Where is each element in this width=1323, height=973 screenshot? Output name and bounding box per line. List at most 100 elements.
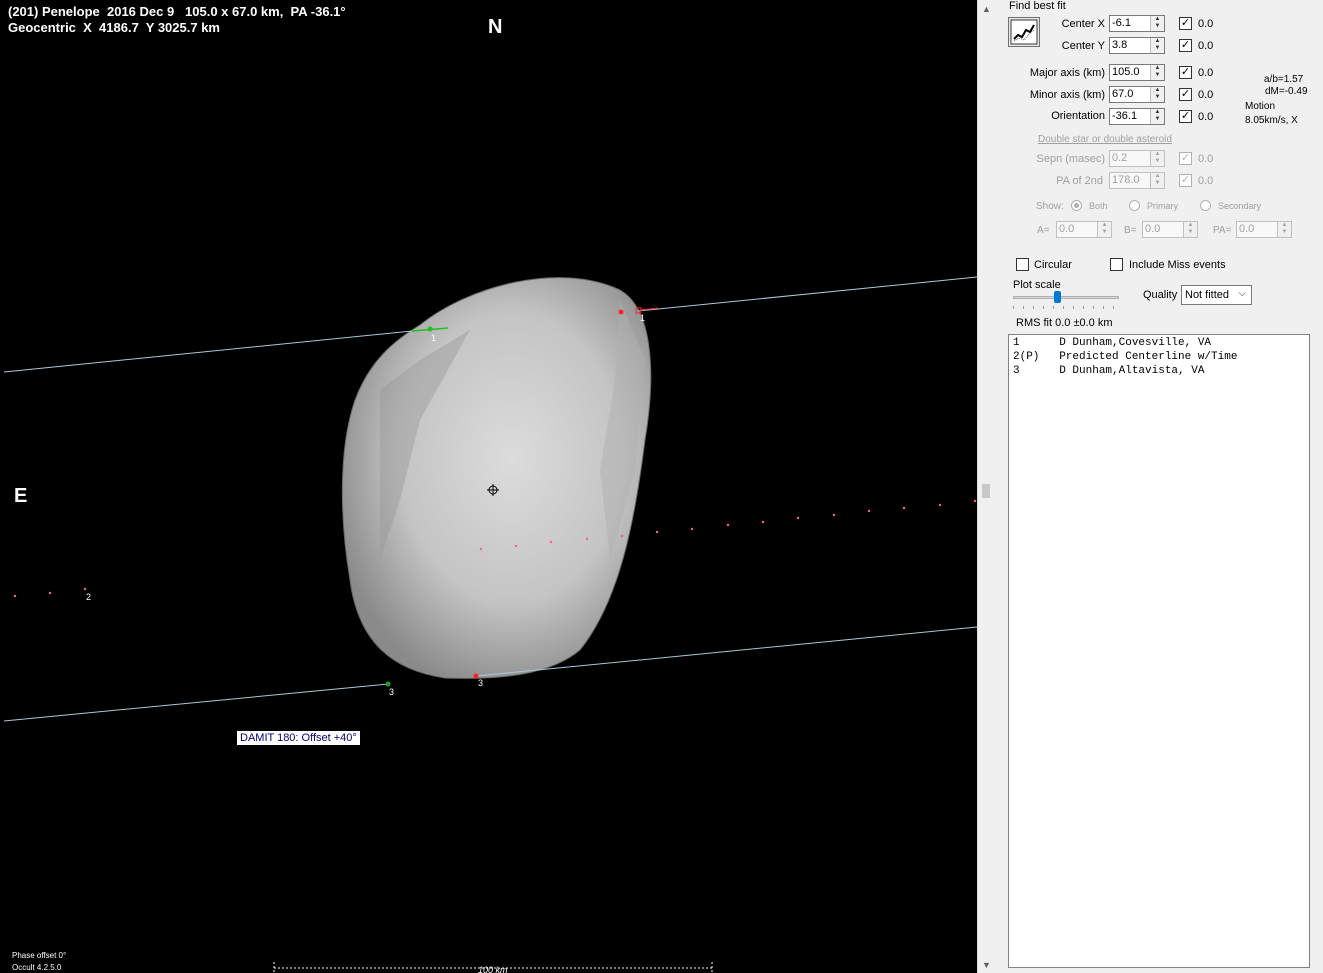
plot-header-geocentric: Geocentric X 4186.7 Y 3025.7 km xyxy=(8,20,220,35)
sepn-checkbox[interactable]: ✓ xyxy=(1179,152,1192,165)
pa-label: PA= xyxy=(1213,225,1232,236)
a-label: A= xyxy=(1037,225,1050,236)
scale-bar-label: 100 km xyxy=(478,965,508,973)
list-item[interactable]: 1 D Dunham,Covesville, VA xyxy=(1013,337,1211,349)
pa2nd-checkbox[interactable]: ✓ xyxy=(1179,174,1192,187)
spin-up-icon[interactable]: ▲ xyxy=(1184,222,1197,229)
list-item[interactable]: 2(P) Predicted Centerline w/Time xyxy=(1013,351,1237,363)
show-label: Show: xyxy=(1036,201,1064,212)
spin-down-icon[interactable]: ▼ xyxy=(1151,158,1164,165)
a-input[interactable]: 0.0 ▲ ▼ xyxy=(1056,221,1112,238)
plot-scale-slider[interactable] xyxy=(1013,291,1119,312)
show-primary-radio[interactable] xyxy=(1129,200,1140,211)
minor-axis-input[interactable]: 67.0 ▲ ▼ xyxy=(1109,86,1165,103)
spin-up-icon[interactable]: ▲ xyxy=(1151,16,1164,23)
vertical-scrollbar[interactable]: ▲ ▼ xyxy=(977,0,995,973)
slider-ticks xyxy=(1013,306,1119,309)
spin-up-icon[interactable]: ▲ xyxy=(1098,222,1111,229)
center-x-label: Center X xyxy=(1061,18,1105,30)
quality-label: Quality xyxy=(1143,289,1178,301)
rms-fit-label: RMS fit 0.0 ±0.0 km xyxy=(1016,317,1113,329)
motion-value: 8.05km/s, X xyxy=(1245,115,1298,126)
chord-label-1: 1 xyxy=(431,333,436,343)
damit-shape-label: DAMIT 180: Offset +40° xyxy=(236,730,361,746)
chord-label-2: 2 xyxy=(481,553,486,563)
spin-down-icon[interactable]: ▼ xyxy=(1151,72,1164,79)
fit-control-panel: Find best fit Center X -6.1 ▲ ▼ ✓ 0.0 Cen… xyxy=(995,0,1323,973)
double-star-link[interactable]: Double star or double asteroid xyxy=(1038,134,1172,145)
chord-line-1-right xyxy=(637,276,977,312)
spin-down-icon[interactable]: ▼ xyxy=(1098,229,1111,236)
sepn-label: Sepn (masec) xyxy=(1036,153,1105,165)
chord-label-3: 3 xyxy=(478,678,483,688)
spin-up-icon[interactable]: ▲ xyxy=(1278,222,1291,229)
spin-up-icon[interactable]: ▲ xyxy=(1151,87,1164,94)
show-secondary-label: Secondary xyxy=(1218,201,1262,211)
chevron-down-icon: ⌵ xyxy=(1238,288,1246,299)
version-label: Occult 4.2.5.0 xyxy=(12,963,62,972)
east-label: E xyxy=(14,485,28,507)
a-value: 0.0 xyxy=(1059,223,1075,235)
pa-input[interactable]: 0.0 ▲ ▼ xyxy=(1236,221,1292,238)
pa2nd-input[interactable]: 178.0 ▲ ▼ xyxy=(1109,172,1165,189)
scrollbar-thumb[interactable] xyxy=(982,484,990,498)
spin-up-icon[interactable]: ▲ xyxy=(1151,38,1164,45)
b-input[interactable]: 0.0 ▲ ▼ xyxy=(1142,221,1198,238)
major-axis-check-value: 0.0 xyxy=(1198,67,1214,79)
spin-down-icon[interactable]: ▼ xyxy=(1184,229,1197,236)
find-best-fit-button[interactable] xyxy=(1008,17,1040,47)
scroll-down-icon[interactable]: ▼ xyxy=(982,960,991,970)
center-x-input[interactable]: -6.1 ▲ ▼ xyxy=(1109,15,1165,32)
spin-up-icon[interactable]: ▲ xyxy=(1151,173,1164,180)
minor-axis-checkbox[interactable]: ✓ xyxy=(1179,88,1192,101)
chord-1-reappear-dot xyxy=(427,326,433,332)
north-label: N xyxy=(488,16,503,38)
center-x-checkbox[interactable]: ✓ xyxy=(1179,17,1192,30)
quality-select[interactable]: Not fitted ⌵ xyxy=(1181,285,1252,305)
plot-canvas: 1 1 2 2 3 3 100 km xyxy=(3,276,977,973)
circular-checkbox[interactable] xyxy=(1016,258,1029,271)
sepn-check-value: 0.0 xyxy=(1198,153,1214,165)
center-y-label: Center Y xyxy=(1061,40,1105,52)
include-miss-checkbox[interactable] xyxy=(1110,258,1123,271)
chord-1-disappear-dot xyxy=(618,309,624,315)
show-secondary-radio[interactable] xyxy=(1200,200,1211,211)
occultation-plot[interactable]: 1 1 2 2 3 3 100 km (201) Penelope 2016 D… xyxy=(0,0,977,973)
major-axis-input[interactable]: 105.0 ▲ ▼ xyxy=(1109,64,1165,81)
quality-value: Not fitted xyxy=(1185,289,1230,301)
spin-up-icon[interactable]: ▲ xyxy=(1151,109,1164,116)
center-y-value: 3.8 xyxy=(1112,39,1128,51)
pa2nd-value: 178.0 xyxy=(1112,174,1140,186)
orientation-check-value: 0.0 xyxy=(1198,111,1214,123)
list-item[interactable]: 3 D Dunham,Altavista, VA xyxy=(1013,365,1204,377)
center-y-input[interactable]: 3.8 ▲ ▼ xyxy=(1109,37,1165,54)
plot-scale-label: Plot scale xyxy=(1013,279,1061,291)
slider-thumb[interactable] xyxy=(1054,291,1061,303)
spin-down-icon[interactable]: ▼ xyxy=(1151,94,1164,101)
spin-down-icon[interactable]: ▼ xyxy=(1151,180,1164,187)
orientation-checkbox[interactable]: ✓ xyxy=(1179,110,1192,123)
show-both-radio[interactable] xyxy=(1071,200,1082,211)
find-best-fit-label: Find best fit xyxy=(1009,0,1066,12)
sepn-input[interactable]: 0.2 ▲ ▼ xyxy=(1109,150,1165,167)
center-y-checkbox[interactable]: ✓ xyxy=(1179,39,1192,52)
orientation-input[interactable]: -36.1 ▲ ▼ xyxy=(1109,108,1165,125)
scroll-up-icon[interactable]: ▲ xyxy=(982,4,991,14)
slider-track xyxy=(1013,296,1119,299)
observer-list[interactable]: 1 D Dunham,Covesville, VA 2(P) Predicted… xyxy=(1008,334,1310,968)
sepn-value: 0.2 xyxy=(1112,152,1128,164)
major-axis-checkbox[interactable]: ✓ xyxy=(1179,66,1192,79)
motion-label: Motion xyxy=(1245,101,1276,112)
spin-down-icon[interactable]: ▼ xyxy=(1151,45,1164,52)
spin-down-icon[interactable]: ▼ xyxy=(1151,23,1164,30)
pa2nd-label: PA of 2nd xyxy=(1056,175,1103,187)
spin-down-icon[interactable]: ▼ xyxy=(1278,229,1291,236)
chord-line-1-left xyxy=(3,328,433,373)
spin-up-icon[interactable]: ▲ xyxy=(1151,65,1164,72)
major-axis-label: Major axis (km) xyxy=(1029,67,1105,79)
pa2nd-check-value: 0.0 xyxy=(1198,175,1214,187)
center-x-value: -6.1 xyxy=(1112,17,1131,29)
minor-axis-label: Minor axis (km) xyxy=(1029,89,1105,101)
spin-down-icon[interactable]: ▼ xyxy=(1151,116,1164,123)
spin-up-icon[interactable]: ▲ xyxy=(1151,151,1164,158)
